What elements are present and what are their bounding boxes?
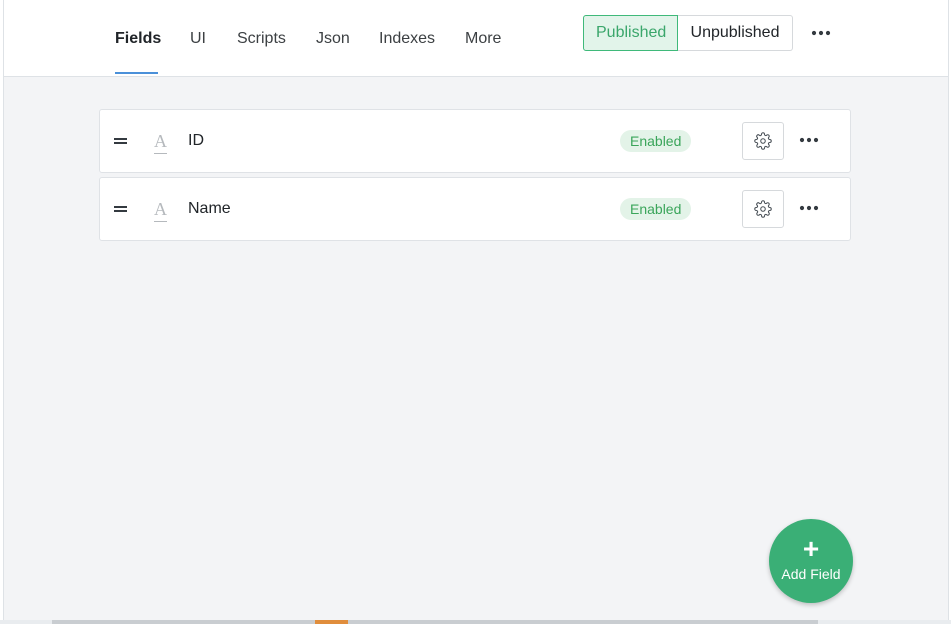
field-name: Name (188, 200, 231, 217)
drag-handle-icon[interactable] (114, 206, 127, 212)
tab-ui[interactable]: UI (190, 30, 206, 48)
window-right-edge (948, 0, 949, 620)
plus-icon: + (802, 533, 820, 564)
active-tab-indicator (115, 72, 158, 74)
more-horizontal-icon[interactable] (798, 130, 820, 150)
field-settings-button[interactable] (742, 122, 784, 160)
bottom-panel-edge (0, 620, 951, 624)
published-button[interactable]: Published (583, 15, 678, 51)
text-type-icon: A (154, 199, 167, 222)
field-row[interactable]: A Name Enabled (99, 177, 851, 241)
text-type-icon: A (154, 131, 167, 154)
publish-toggle: Published Unpublished (583, 15, 793, 51)
schema-header: Fields UI Scripts Json Indexes More Publ… (4, 0, 948, 77)
tab-indexes[interactable]: Indexes (379, 30, 435, 48)
field-settings-button[interactable] (742, 190, 784, 228)
more-horizontal-icon[interactable] (810, 22, 832, 44)
field-name: ID (188, 132, 204, 149)
tab-scripts[interactable]: Scripts (237, 30, 286, 48)
gear-icon (754, 132, 772, 150)
status-badge: Enabled (620, 198, 692, 220)
add-field-label: Add Field (781, 566, 841, 582)
tab-more[interactable]: More (465, 30, 501, 48)
tab-fields[interactable]: Fields (115, 30, 161, 48)
field-row[interactable]: A ID Enabled (99, 109, 851, 173)
more-horizontal-icon[interactable] (798, 198, 820, 218)
drag-handle-icon[interactable] (114, 138, 127, 144)
unpublished-button[interactable]: Unpublished (678, 15, 793, 51)
tab-json[interactable]: Json (316, 30, 350, 48)
gear-icon (754, 200, 772, 218)
status-badge: Enabled (620, 130, 692, 152)
add-field-button[interactable]: + Add Field (769, 519, 853, 603)
